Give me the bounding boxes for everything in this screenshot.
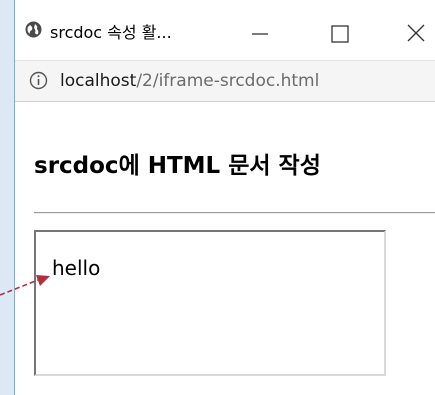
minimize-button[interactable] <box>242 12 282 48</box>
minimize-icon <box>252 33 268 35</box>
window-title: srcdoc 속성 활... <box>50 23 172 42</box>
url-text[interactable]: localhost/2/iframe-srcdoc.html <box>60 71 319 91</box>
iframe-hello-text: hello <box>52 256 101 280</box>
horizontal-rule <box>34 212 435 214</box>
title-bar: srcdoc 속성 활... <box>15 0 435 60</box>
page-heading: srcdoc에 HTML 문서 작성 <box>34 153 321 179</box>
maximize-icon <box>331 25 349 43</box>
url-path: /2/iframe-srcdoc.html <box>136 71 320 91</box>
url-host: localhost <box>60 71 137 91</box>
globe-icon <box>25 21 42 38</box>
info-icon[interactable] <box>29 71 48 90</box>
srcdoc-iframe[interactable]: hello <box>34 230 386 376</box>
close-button[interactable] <box>396 12 435 48</box>
page-content: srcdoc에 HTML 문서 작성 hello <box>15 102 435 395</box>
maximize-button[interactable] <box>321 12 361 48</box>
close-icon <box>407 24 425 42</box>
browser-window: srcdoc 속성 활... localhost/2/iframe-srcdoc… <box>14 0 435 395</box>
address-bar[interactable]: localhost/2/iframe-srcdoc.html <box>15 60 435 102</box>
